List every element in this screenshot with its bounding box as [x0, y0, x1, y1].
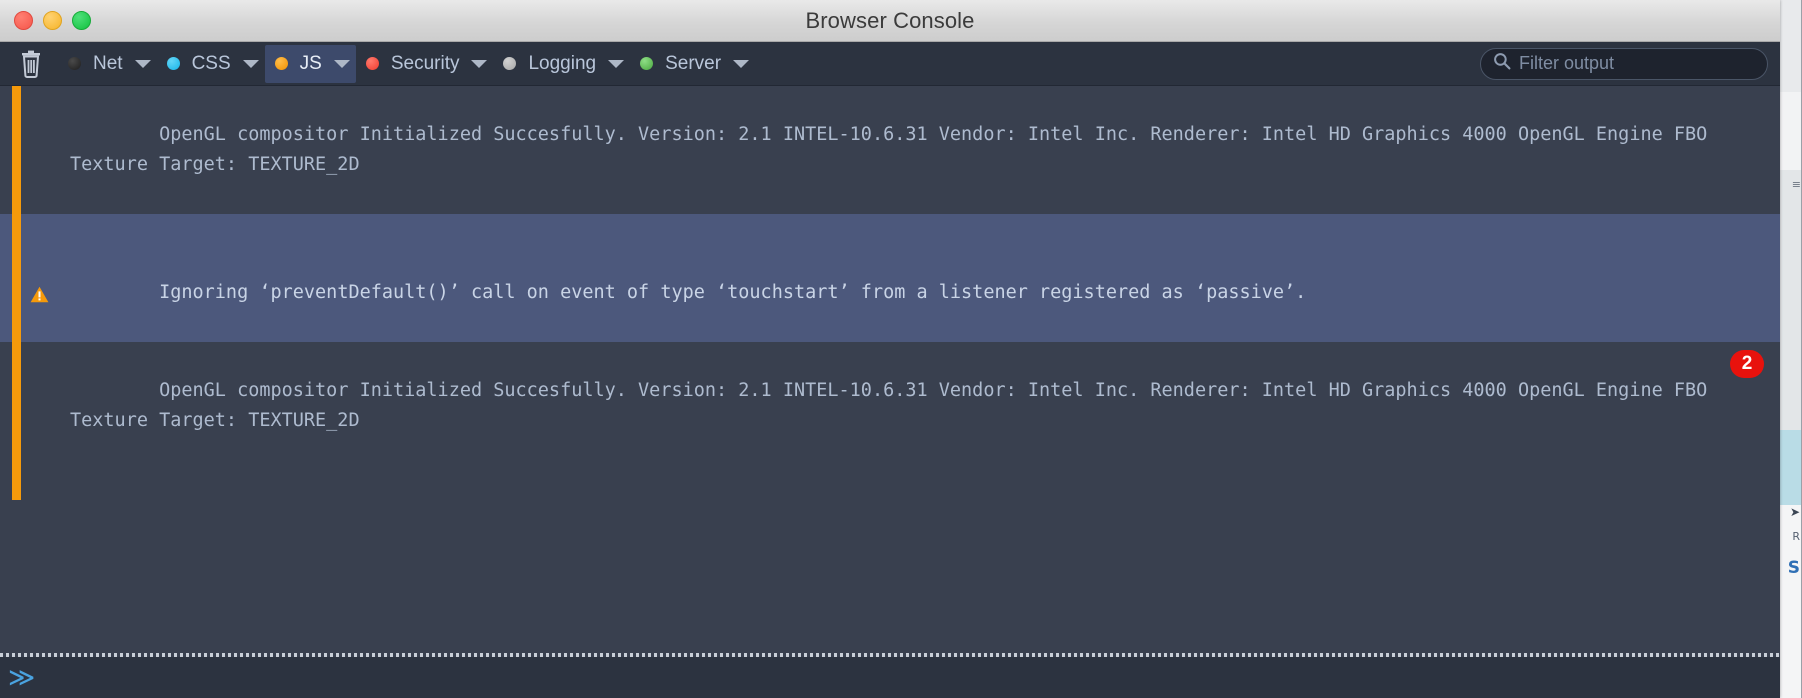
console-message-row[interactable]: Ignoring ‘preventDefault()’ call on even…: [0, 214, 1780, 342]
screen: ≡ ➤ R S Browser Console: [0, 0, 1802, 698]
filter-tab-logging[interactable]: Logging: [493, 45, 630, 83]
repeat-count-badge[interactable]: 2: [1730, 350, 1764, 378]
filter-tab-security-label: Security: [391, 53, 460, 75]
background-glyph-cursor: ➤: [1790, 505, 1800, 519]
chevron-down-icon[interactable]: [471, 60, 487, 68]
warning-triangle-icon: [30, 223, 49, 240]
trash-icon: [18, 50, 44, 78]
filter-tabs: Net CSS JS Security: [58, 42, 755, 85]
console-message-text: OpenGL compositor Initialized Succesfull…: [70, 380, 1718, 431]
security-status-dot: [366, 57, 379, 70]
console-message-text: Ignoring ‘preventDefault()’ call on even…: [159, 282, 1306, 303]
filter-tab-security[interactable]: Security: [356, 45, 494, 83]
console-message-row[interactable]: OpenGL compositor Initialized Succesfull…: [0, 86, 1780, 214]
console-output[interactable]: OpenGL compositor Initialized Succesfull…: [0, 86, 1780, 653]
filter-tab-server-label: Server: [665, 53, 721, 75]
console-toolbar: Net CSS JS Security: [0, 42, 1780, 86]
filter-tab-logging-label: Logging: [528, 53, 596, 75]
filter-tab-css-label: CSS: [192, 53, 231, 75]
filter-tab-js-label: JS: [300, 53, 322, 75]
js-status-dot: [275, 57, 288, 70]
filter-tab-server[interactable]: Server: [630, 45, 755, 83]
filter-tab-net-label: Net: [93, 53, 123, 75]
browser-console-window: Browser Console: [0, 0, 1780, 698]
title-bar: Browser Console: [0, 0, 1780, 42]
search-input[interactable]: [1519, 53, 1755, 74]
console-input-bar[interactable]: ≫: [0, 657, 1780, 698]
console-message-row[interactable]: OpenGL compositor Initialized Succesfull…: [0, 342, 1780, 500]
console-message-text: OpenGL compositor Initialized Succesfull…: [70, 124, 1718, 175]
chevron-down-icon[interactable]: [334, 60, 350, 68]
background-glyph-lines: ≡: [1792, 178, 1800, 191]
filter-tab-css[interactable]: CSS: [157, 45, 265, 83]
chevron-down-icon[interactable]: [608, 60, 624, 68]
filter-output-box[interactable]: [1480, 48, 1768, 80]
filter-output-container: [1480, 48, 1768, 80]
server-status-dot: [640, 57, 653, 70]
chevron-down-icon[interactable]: [135, 60, 151, 68]
background-glyph-text: R: [1792, 530, 1800, 543]
chevron-down-icon[interactable]: [243, 60, 259, 68]
net-status-dot: [68, 57, 81, 70]
desktop-background: ≡ ➤ R S: [1780, 0, 1802, 698]
prompt-chevron-icon: ≫: [8, 665, 35, 691]
clear-output-button[interactable]: [10, 47, 52, 81]
chevron-down-icon[interactable]: [733, 60, 749, 68]
logging-status-dot: [503, 57, 516, 70]
css-status-dot: [167, 57, 180, 70]
window-title: Browser Console: [0, 8, 1780, 34]
filter-tab-js[interactable]: JS: [265, 45, 356, 83]
search-icon: [1493, 52, 1511, 75]
filter-tab-net[interactable]: Net: [58, 45, 157, 83]
background-glyph-s: S: [1788, 558, 1800, 578]
